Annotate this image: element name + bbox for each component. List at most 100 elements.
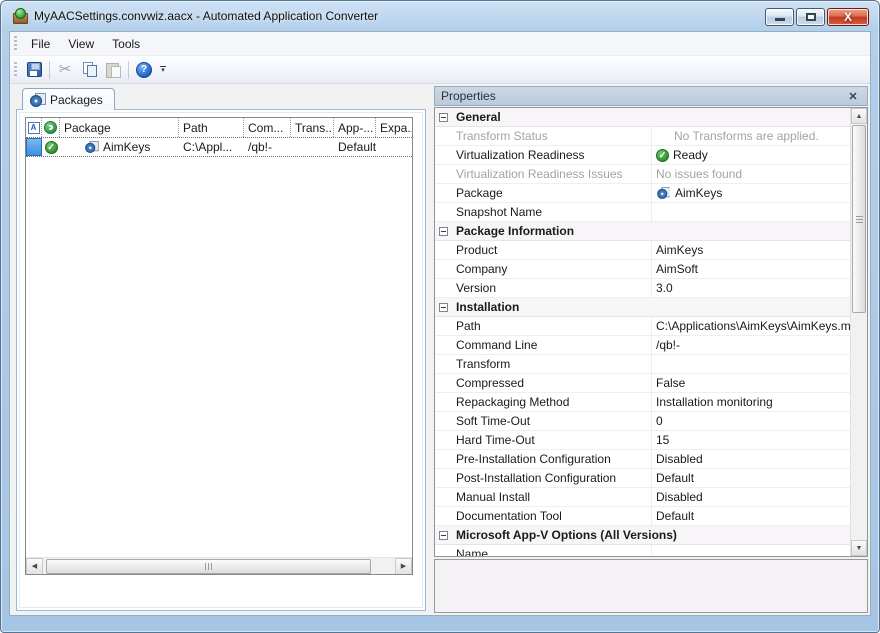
scroll-right-button[interactable]: ▶ <box>395 558 412 575</box>
column-package[interactable]: Package <box>60 118 179 137</box>
minimize-icon <box>775 18 785 21</box>
row-selection-cell[interactable] <box>26 138 42 156</box>
properties-title: Properties <box>441 89 496 103</box>
close-button[interactable]: X <box>827 8 869 26</box>
property-row[interactable]: Snapshot Name <box>435 203 850 222</box>
collapse-icon[interactable] <box>439 113 448 122</box>
scroll-left-button[interactable]: ◀ <box>26 558 43 575</box>
category-row[interactable]: Package Information <box>435 222 850 241</box>
property-row[interactable]: ProductAimKeys <box>435 241 850 260</box>
property-row[interactable]: Documentation ToolDefault <box>435 507 850 526</box>
package-list-header: A Package Path Com... Trans... App-... E… <box>26 118 412 138</box>
property-row[interactable]: PathC:\Applications\AimKeys\AimKeys.msi <box>435 317 850 336</box>
column-expand[interactable]: Expa... <box>376 118 412 137</box>
menu-grip[interactable] <box>14 36 17 52</box>
property-row[interactable]: Soft Time-Out0 <box>435 412 850 431</box>
column-transform[interactable]: Trans... <box>291 118 334 137</box>
menu-view[interactable]: View <box>59 34 103 54</box>
ready-check-icon: ✓ <box>656 149 669 162</box>
help-icon: ? <box>136 62 152 78</box>
property-row[interactable]: Post-Installation ConfigurationDefault <box>435 469 850 488</box>
help-button[interactable]: ? <box>132 59 156 81</box>
toolbar: ✂ ? ▾ <box>10 56 870 84</box>
packages-tab-page: A Package Path Com... Trans... App-... E… <box>16 109 426 611</box>
toolbar-grip[interactable] <box>14 62 17 78</box>
property-row[interactable]: Manual InstallDisabled <box>435 488 850 507</box>
package-icon <box>657 187 670 199</box>
category-row[interactable]: General <box>435 108 850 127</box>
vertical-scrollbar[interactable]: ▲ ▼ <box>850 108 867 556</box>
check-icon: ✓ <box>45 141 58 154</box>
property-row[interactable]: CompanyAimSoft <box>435 260 850 279</box>
maximize-icon <box>806 13 816 21</box>
title-bar[interactable]: MyAACSettings.convwiz.aacx - Automated A… <box>1 1 879 31</box>
property-row[interactable]: Name <box>435 545 850 556</box>
property-row[interactable]: Pre-Installation ConfigurationDisabled <box>435 450 850 469</box>
property-rows: General Transform StatusNo Transforms ar… <box>435 108 850 556</box>
toolbar-overflow-button[interactable]: ▾ <box>156 59 170 81</box>
property-description-box <box>434 559 868 613</box>
scroll-up-button[interactable]: ▲ <box>851 108 867 124</box>
property-row[interactable]: Version3.0 <box>435 279 850 298</box>
status-indicator-icon <box>44 121 57 134</box>
minimize-button[interactable] <box>765 8 794 26</box>
property-row[interactable]: Transform StatusNo Transforms are applie… <box>435 127 850 146</box>
row-transform-cell <box>291 138 334 156</box>
collapse-icon[interactable] <box>439 227 448 236</box>
property-row[interactable]: PackageAimKeys <box>435 184 850 203</box>
package-list: A Package Path Com... Trans... App-... E… <box>25 117 413 575</box>
property-row[interactable]: Virtualization Readiness✓Ready <box>435 146 850 165</box>
properties-panel: Properties ✕ General Transform StatusNo … <box>434 86 868 613</box>
app-icon <box>11 8 28 24</box>
save-button[interactable] <box>22 59 46 81</box>
horizontal-scroll-thumb[interactable] <box>46 559 371 574</box>
copy-button[interactable] <box>77 59 101 81</box>
row-package-cell[interactable]: AimKeys <box>60 138 179 156</box>
column-sort-indicator[interactable]: A <box>26 118 42 137</box>
property-row[interactable]: CompressedFalse <box>435 374 850 393</box>
packages-tab-label: Packages <box>50 93 103 107</box>
paste-icon <box>106 62 120 77</box>
sort-indicator-icon: A <box>28 122 40 134</box>
table-row[interactable]: ✓ AimKeys C:\Appl... /qb!- Default <box>26 138 412 157</box>
app-window: MyAACSettings.convwiz.aacx - Automated A… <box>0 0 880 633</box>
cut-button[interactable]: ✂ <box>53 59 77 81</box>
column-status-indicator[interactable] <box>42 118 60 137</box>
row-status-cell: ✓ <box>42 138 60 156</box>
horizontal-scroll-track[interactable] <box>43 558 395 575</box>
thumb-grip-icon <box>856 216 863 223</box>
packages-pane: Packages A Package Path Com... Trans... … <box>16 88 426 611</box>
menu-file[interactable]: File <box>22 34 59 54</box>
menu-bar: File View Tools <box>10 32 870 56</box>
paste-button[interactable] <box>101 59 125 81</box>
list-empty-area <box>26 157 412 557</box>
collapse-icon[interactable] <box>439 531 448 540</box>
column-path[interactable]: Path <box>179 118 244 137</box>
vertical-scroll-thumb[interactable] <box>852 125 866 313</box>
thumb-grip-icon <box>205 563 212 570</box>
maximize-button[interactable] <box>796 8 825 26</box>
properties-close-icon[interactable]: ✕ <box>845 88 861 104</box>
copy-icon <box>82 62 97 77</box>
tab-packages[interactable]: Packages <box>22 88 115 110</box>
package-name: AimKeys <box>103 140 150 154</box>
horizontal-scrollbar[interactable]: ◀ ▶ <box>26 557 412 574</box>
property-row[interactable]: Virtualization Readiness IssuesNo issues… <box>435 165 850 184</box>
collapse-icon[interactable] <box>439 303 448 312</box>
package-icon <box>85 141 98 153</box>
property-row[interactable]: Command Line/qb!- <box>435 336 850 355</box>
property-row[interactable]: Repackaging MethodInstallation monitorin… <box>435 393 850 412</box>
category-row[interactable]: Installation <box>435 298 850 317</box>
properties-header: Properties ✕ <box>434 86 868 106</box>
menu-tools[interactable]: Tools <box>103 34 149 54</box>
property-grid: General Transform StatusNo Transforms ar… <box>434 107 868 557</box>
scroll-down-button[interactable]: ▼ <box>851 540 867 556</box>
packages-tab-icon <box>30 93 45 107</box>
column-command[interactable]: Com... <box>244 118 291 137</box>
property-row[interactable]: Hard Time-Out15 <box>435 431 850 450</box>
row-expand-cell <box>376 138 412 156</box>
property-row[interactable]: Transform <box>435 355 850 374</box>
column-appv[interactable]: App-... <box>334 118 376 137</box>
category-row[interactable]: Microsoft App-V Options (All Versions) <box>435 526 850 545</box>
row-path-cell: C:\Appl... <box>179 138 244 156</box>
